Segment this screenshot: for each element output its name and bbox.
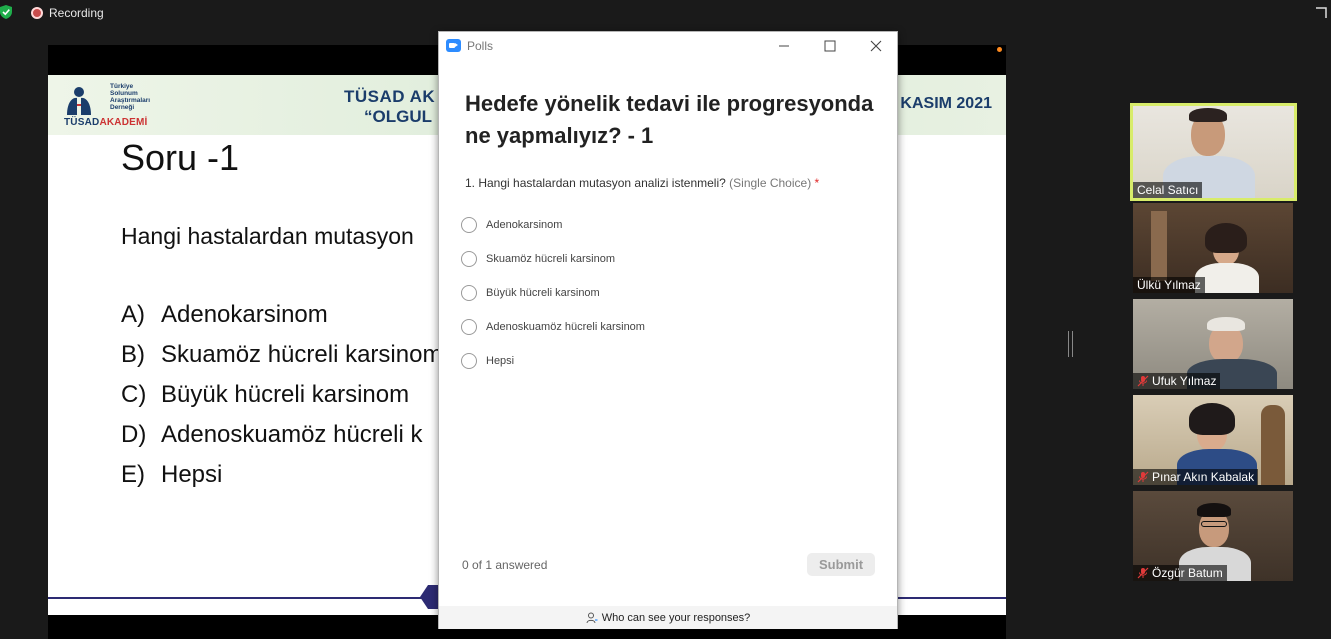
recording-indicator[interactable]: Recording [31, 5, 104, 21]
option-text: Hepsi [161, 461, 223, 488]
radio-button[interactable] [461, 353, 477, 369]
maximize-icon[interactable] [821, 37, 839, 55]
mic-muted-icon [1137, 471, 1149, 483]
participant-tile[interactable]: Özgür Batum [1133, 491, 1293, 581]
who-can-see-label: Who can see your responses? [601, 611, 751, 624]
splitter-handle[interactable] [1068, 331, 1073, 357]
poll-choices: Adenokarsinom Skuamöz hücreli karsinom B… [461, 208, 645, 378]
participant-name-text: Özgür Batum [1152, 566, 1223, 580]
participant-name-text: Celal Satıcı [1137, 183, 1199, 197]
choice-label: Adenokarsinom [486, 219, 563, 231]
option-letter: E) [121, 461, 145, 488]
participant-name-text: Ülkü Yılmaz [1137, 278, 1201, 292]
background-door [1151, 211, 1167, 281]
polls-window-title: Polls [467, 39, 494, 53]
participant-name-text: Pınar Akın Kabalak [1152, 470, 1255, 484]
shield-check-icon [0, 5, 12, 19]
choice-label: Adenoskuamöz hücreli karsinom [486, 321, 645, 333]
record-icon [31, 7, 43, 19]
minimize-icon[interactable] [775, 37, 793, 55]
banner-title: TÜSAD AK [344, 87, 436, 106]
participant-hair [1205, 223, 1247, 253]
top-status-bar: Recording [0, 0, 1331, 26]
notification-dot [997, 47, 1002, 52]
poll-choice-adenoskuamoz[interactable]: Adenoskuamöz hücreli karsinom [461, 310, 645, 344]
slide-options: A) Adenokarsinom B) Skuamöz hücreli karsin… [121, 301, 442, 501]
meeting-window: Recording Türkiye Solunum Araştırmaları … [0, 0, 1331, 639]
participant-hair [1207, 317, 1245, 331]
close-icon[interactable] [867, 37, 885, 55]
participant-tile[interactable]: Pınar Akın Kabalak [1133, 395, 1293, 485]
participant-name-text: Ufuk Yılmaz [1152, 374, 1217, 388]
choice-label: Büyük hücreli karsinom [486, 287, 600, 299]
choice-label: Skuamöz hücreli karsinom [486, 253, 615, 265]
polls-titlebar: Polls [439, 32, 897, 60]
answered-count: 0 of 1 answered [462, 558, 548, 572]
recording-label: Recording [49, 6, 104, 20]
logo-word-akademi: AKADEMİ [99, 117, 148, 128]
slide-option: C) Büyük hücreli karsinom [121, 381, 442, 421]
participant-hair [1197, 503, 1231, 517]
choice-label: Hepsi [486, 355, 515, 367]
participant-tile[interactable]: Ülkü Yılmaz [1133, 203, 1293, 293]
poll-choice-hepsi[interactable]: Hepsi [461, 344, 645, 378]
submit-button[interactable]: Submit [807, 553, 875, 576]
option-text: Adenokarsinom [161, 301, 328, 328]
person-icon [586, 612, 598, 623]
participant-name: Celal Satıcı [1133, 182, 1203, 198]
mic-muted-icon [1137, 567, 1149, 579]
poll-choice-adenokarsinom[interactable]: Adenokarsinom [461, 208, 645, 242]
banner-subtitle: “OLGUL [364, 107, 432, 126]
slide-option: D) Adenoskuamöz hücreli k [121, 421, 442, 461]
radio-button[interactable] [461, 285, 477, 301]
participant-hair [1189, 403, 1235, 435]
slide-option: A) Adenokarsinom [121, 301, 442, 341]
zoom-app-icon [446, 39, 461, 52]
radio-button[interactable] [461, 251, 477, 267]
option-text: Skuamöz hücreli karsinom [161, 341, 443, 368]
poll-choice-buyuk-hucreli[interactable]: Büyük hücreli karsinom [461, 276, 645, 310]
option-letter: A) [121, 301, 145, 328]
polls-window: Polls Hedefe yönelik tedavi ile progresy… [438, 31, 898, 629]
participant-name: Özgür Batum [1133, 565, 1227, 581]
participant-hair [1189, 108, 1227, 122]
mic-muted-icon [1137, 375, 1149, 387]
option-letter: C) [121, 381, 147, 408]
poll-heading: Hedefe yönelik tedavi ile progresyonda n… [465, 91, 874, 148]
banner-date: KASIM 2021 [900, 95, 992, 112]
participant-name: Ufuk Yılmaz [1133, 373, 1221, 389]
participant-tile[interactable]: Celal Satıcı [1130, 103, 1297, 201]
logo-word-tusad: TÜSAD [64, 117, 100, 128]
radio-button[interactable] [461, 319, 477, 335]
lungs-logo-icon [67, 87, 91, 115]
option-letter: B) [121, 341, 145, 368]
participant-tile[interactable]: Ufuk Yılmaz [1133, 299, 1293, 389]
slide-title: Soru -1 [121, 137, 240, 178]
slide-option: B) Skuamöz hücreli karsinom [121, 341, 442, 381]
who-can-see-link[interactable]: Who can see your responses? [439, 606, 897, 629]
poll-question: 1. Hangi hastalardan mutasyon analizi is… [465, 176, 819, 190]
participant-name: Pınar Akın Kabalak [1133, 469, 1259, 485]
slide-question: Hangi hastalardan mutasyon [121, 223, 414, 249]
participant-glasses [1201, 521, 1227, 527]
option-text: Adenoskuamöz hücreli k [161, 421, 423, 448]
option-letter: D) [121, 421, 147, 448]
background-door [1261, 405, 1285, 485]
poll-question-type: (Single Choice) [729, 176, 812, 190]
participant-name: Ülkü Yılmaz [1133, 277, 1205, 293]
poll-choice-skuamoz[interactable]: Skuamöz hücreli karsinom [461, 242, 645, 276]
slide-option: E) Hepsi [121, 461, 442, 501]
corner-bracket-icon[interactable] [1315, 7, 1327, 19]
logo-wordmark: TÜSADAKADEMİ [64, 117, 148, 128]
required-marker: * [814, 176, 820, 190]
poll-question-text: 1. Hangi hastalardan mutasyon analizi is… [465, 176, 726, 190]
radio-button[interactable] [461, 217, 477, 233]
logo-caption: Türkiye Solunum Araştırmaları Derneği [110, 83, 151, 111]
tusad-logo: Türkiye Solunum Araştırmaları Derneği TÜ… [62, 81, 150, 129]
option-text: Büyük hücreli karsinom [161, 381, 410, 408]
slide-footer-marker [420, 585, 440, 609]
